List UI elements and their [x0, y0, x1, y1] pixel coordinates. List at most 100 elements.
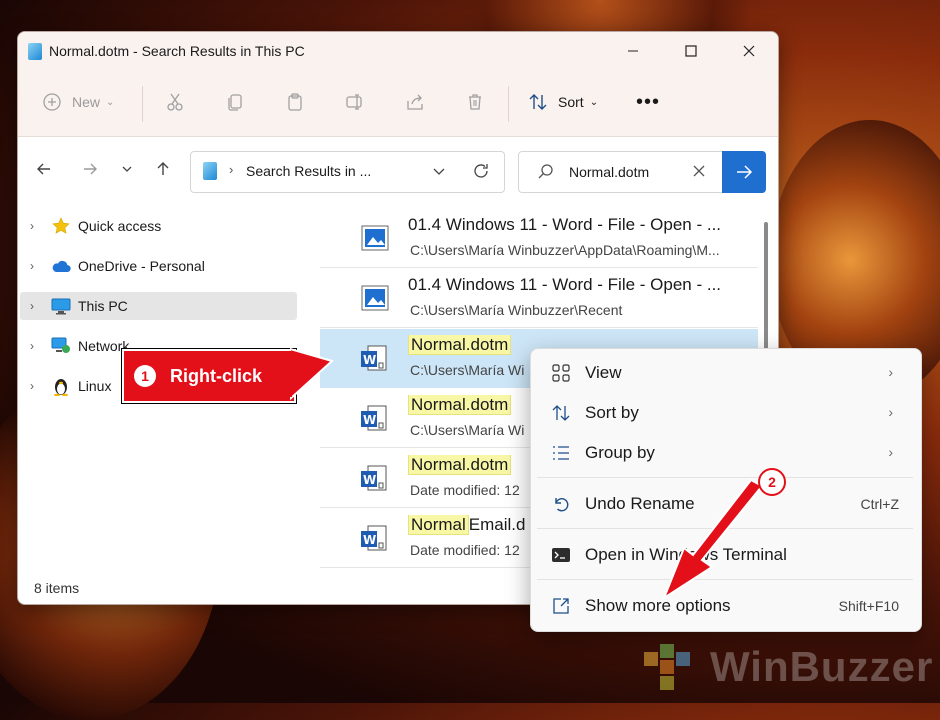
- menu-item-label: Group by: [585, 443, 655, 462]
- close-icon: [693, 165, 705, 177]
- menu-item-label: View: [585, 363, 622, 382]
- new-button[interactable]: New ⌄: [42, 92, 114, 112]
- sort-button[interactable]: Sort ⌄: [528, 92, 598, 112]
- shortcut-key: Shift+F10: [838, 598, 899, 614]
- chevron-right-icon[interactable]: ›: [30, 339, 44, 353]
- minimize-icon: [628, 50, 638, 52]
- sort-label: Sort: [558, 94, 584, 110]
- rename-icon: [346, 94, 362, 110]
- cut-button[interactable]: [163, 90, 187, 114]
- chevron-right-icon[interactable]: ›: [30, 379, 44, 393]
- step-badge-1: 1: [134, 365, 156, 387]
- forward-button[interactable]: [78, 157, 102, 181]
- sidebar-item-this-pc[interactable]: › This PC: [20, 292, 297, 320]
- undo-icon: [549, 492, 573, 516]
- file-path: C:\Users\María Winbuzzer\AppData\Roaming…: [410, 242, 720, 258]
- grid-view-icon: [549, 361, 573, 385]
- arrow-left-icon: [37, 163, 50, 175]
- arrow-right-icon: [84, 163, 97, 175]
- menu-item-group-by[interactable]: Group by ›: [537, 435, 913, 471]
- terminal-icon: [549, 543, 573, 567]
- scrollbar[interactable]: [764, 222, 768, 352]
- winbuzzer-watermark: WinBuzzer: [640, 640, 933, 694]
- network-icon: [50, 336, 72, 356]
- chevron-right-icon: ›: [888, 404, 893, 420]
- file-row[interactable]: 01.4 Windows 11 - Word - File - Open - .…: [320, 209, 758, 268]
- close-icon: [743, 45, 755, 57]
- toolbar-divider: [142, 86, 143, 122]
- up-button[interactable]: [151, 157, 175, 181]
- annotation-right-click-callout: 1 Right-click: [122, 349, 296, 403]
- menu-item-open-terminal[interactable]: Open in Windows Terminal: [537, 537, 913, 573]
- paste-icon: [288, 93, 302, 111]
- search-input[interactable]: Normal.dotm: [569, 164, 649, 180]
- close-button[interactable]: [720, 32, 778, 70]
- title-bar: Normal.dotm - Search Results in This PC: [18, 32, 778, 70]
- window-title: Normal.dotm - Search Results in This PC: [49, 43, 305, 59]
- menu-item-sort-by[interactable]: Sort by ›: [537, 395, 913, 431]
- chevron-right-icon[interactable]: ›: [30, 299, 44, 313]
- file-row[interactable]: 01.4 Windows 11 - Word - File - Open - .…: [320, 269, 758, 328]
- search-icon: [537, 163, 555, 186]
- chevron-right-icon: ›: [888, 364, 893, 380]
- menu-item-undo-rename[interactable]: Undo Rename Ctrl+Z: [537, 486, 913, 522]
- scissors-icon: [167, 93, 183, 111]
- sidebar-item-label: OneDrive - Personal: [78, 258, 205, 274]
- minimize-button[interactable]: [604, 32, 662, 70]
- sidebar-item-quick-access[interactable]: › Quick access: [20, 212, 297, 240]
- menu-item-label: Show more options: [585, 596, 731, 615]
- group-by-icon: [549, 441, 573, 465]
- word-template-icon: W: [361, 405, 387, 431]
- delete-button[interactable]: [463, 90, 487, 114]
- file-name: 01.4 Windows 11 - Word - File - Open - .…: [408, 215, 722, 234]
- refresh-button[interactable]: [471, 161, 491, 186]
- file-name-match: Normal: [408, 515, 469, 535]
- share-button[interactable]: [403, 90, 427, 114]
- shortcut-key: Ctrl+Z: [860, 496, 900, 512]
- chevron-down-icon: [122, 166, 132, 172]
- trash-icon: [469, 94, 481, 110]
- chevron-right-icon[interactable]: ›: [30, 259, 44, 273]
- chevron-right-icon[interactable]: ›: [30, 219, 44, 233]
- clear-search-button[interactable]: [691, 163, 707, 184]
- sidebar-item-label: This PC: [78, 298, 128, 314]
- rename-button[interactable]: [343, 90, 367, 114]
- chevron-down-icon: ⌄: [589, 96, 599, 108]
- sidebar-item-onedrive[interactable]: › OneDrive - Personal: [20, 252, 297, 280]
- maximize-icon: [685, 45, 697, 57]
- menu-item-show-more-options[interactable]: Show more options Shift+F10: [537, 588, 913, 624]
- address-dropdown-button[interactable]: [429, 161, 449, 186]
- more-options-button[interactable]: •••: [636, 92, 660, 112]
- sort-icon: [549, 401, 573, 425]
- menu-item-view[interactable]: View ›: [537, 355, 913, 391]
- maximize-button[interactable]: [662, 32, 720, 70]
- image-file-icon: [361, 285, 389, 311]
- word-template-icon: W: [361, 345, 387, 371]
- copy-button[interactable]: [223, 90, 247, 114]
- file-name: Normal.dotm: [408, 455, 512, 475]
- recent-locations-button[interactable]: [115, 157, 139, 181]
- toolbar-divider: [508, 86, 509, 122]
- svg-text:W: W: [363, 353, 376, 367]
- search-results-icon: [203, 162, 217, 180]
- file-name: Normal.dotm: [408, 335, 512, 355]
- back-button[interactable]: [32, 157, 56, 181]
- svg-text:W: W: [363, 533, 376, 547]
- file-path: C:\Users\María Winbuzzer\Recent: [410, 302, 623, 318]
- annotation-label: Right-click: [170, 365, 263, 386]
- paste-button[interactable]: [283, 90, 307, 114]
- sidebar-item-label: Quick access: [78, 218, 162, 234]
- winbuzzer-logo-icon: [644, 644, 690, 690]
- menu-item-label: Undo Rename: [585, 494, 695, 513]
- new-label: New: [72, 94, 101, 110]
- share-icon: [407, 94, 423, 110]
- image-file-icon: [361, 225, 389, 251]
- search-box[interactable]: Normal.dotm: [518, 151, 766, 193]
- linux-penguin-icon: [50, 376, 72, 396]
- computer-icon: [50, 296, 72, 316]
- show-more-options-icon: [549, 594, 573, 618]
- context-menu: View › Sort by › Group by › Undo Rename …: [530, 348, 922, 632]
- search-go-button[interactable]: [722, 151, 766, 193]
- sort-icon: [529, 94, 547, 110]
- address-bar[interactable]: › Search Results in ...: [190, 151, 505, 193]
